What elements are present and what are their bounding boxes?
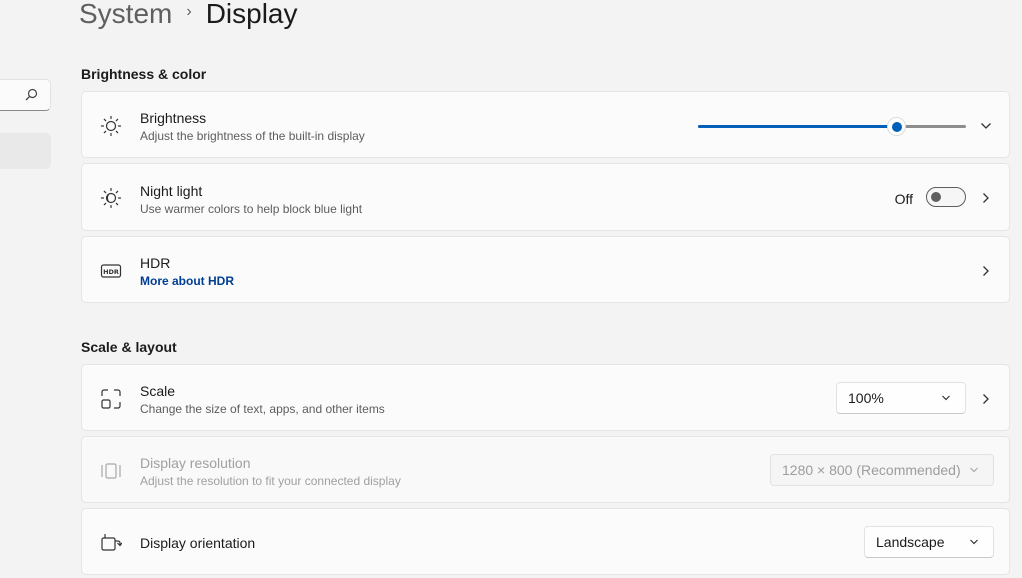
chevron-down-icon (942, 395, 950, 401)
chevron-down-icon (970, 467, 978, 473)
slider-thumb[interactable] (887, 117, 907, 136)
scale-card[interactable]: Scale Change the size of text, apps, and… (81, 364, 1010, 431)
chevron-down-icon (970, 539, 978, 545)
night-light-card[interactable]: Night light Use warmer colors to help bl… (81, 163, 1010, 231)
display-resolution-card: Display resolution Adjust the resolution… (81, 436, 1010, 503)
search-box[interactable] (0, 79, 51, 111)
night-light-subtitle: Use warmer colors to help block blue lig… (140, 202, 363, 216)
chevron-right-icon[interactable] (980, 393, 992, 405)
night-light-toggle[interactable] (926, 187, 966, 207)
toggle-knob (931, 192, 941, 202)
resolution-icon (101, 463, 121, 479)
scale-subtitle: Change the size of text, apps, and other… (140, 402, 385, 416)
hdr-card[interactable]: HDR HDR More about HDR (81, 236, 1010, 303)
display-resolution-dropdown: 1280 × 800 (Recommended) (770, 454, 994, 486)
scale-icon (101, 389, 121, 409)
scale-title: Scale (140, 383, 176, 399)
night-light-icon (100, 187, 122, 209)
section-title-brightness-color: Brightness & color (81, 66, 207, 82)
slider-fill (698, 125, 897, 128)
display-orientation-value: Landscape (876, 534, 945, 550)
search-icon (25, 88, 38, 101)
chevron-right-icon[interactable] (980, 192, 992, 204)
brightness-title: Brightness (140, 110, 207, 126)
scale-dropdown[interactable]: 100% (836, 382, 966, 414)
display-orientation-dropdown[interactable]: Landscape (864, 526, 994, 558)
brightness-slider[interactable] (698, 117, 966, 136)
display-orientation-title: Display orientation (140, 535, 256, 551)
chevron-down-icon[interactable] (980, 120, 992, 132)
night-light-state-label: Off (894, 191, 913, 207)
display-resolution-subtitle: Adjust the resolution to fit your connec… (140, 474, 401, 488)
breadcrumb-separator: › (186, 3, 192, 20)
brightness-subtitle: Adjust the brightness of the built-in di… (140, 129, 365, 143)
breadcrumb-parent[interactable]: System (79, 0, 172, 30)
display-resolution-title: Display resolution (140, 455, 251, 471)
orientation-icon (101, 534, 122, 551)
scale-value: 100% (848, 390, 884, 406)
svg-text:HDR: HDR (103, 268, 119, 276)
display-resolution-value: 1280 × 800 (Recommended) (782, 462, 961, 478)
night-light-title: Night light (140, 183, 203, 199)
breadcrumb: System › Display (79, 0, 298, 34)
display-orientation-card[interactable]: Display orientation Landscape (81, 508, 1010, 575)
page-title: Display (205, 0, 298, 29)
hdr-icon: HDR (100, 264, 122, 278)
brightness-card[interactable]: Brightness Adjust the brightness of the … (81, 91, 1010, 158)
chevron-right-icon[interactable] (980, 265, 992, 277)
section-title-scale-layout: Scale & layout (81, 339, 177, 355)
sidebar-item-system[interactable] (0, 133, 51, 169)
hdr-title: HDR (140, 255, 171, 271)
more-about-hdr-link[interactable]: More about HDR (140, 274, 234, 288)
sun-icon (100, 115, 122, 137)
